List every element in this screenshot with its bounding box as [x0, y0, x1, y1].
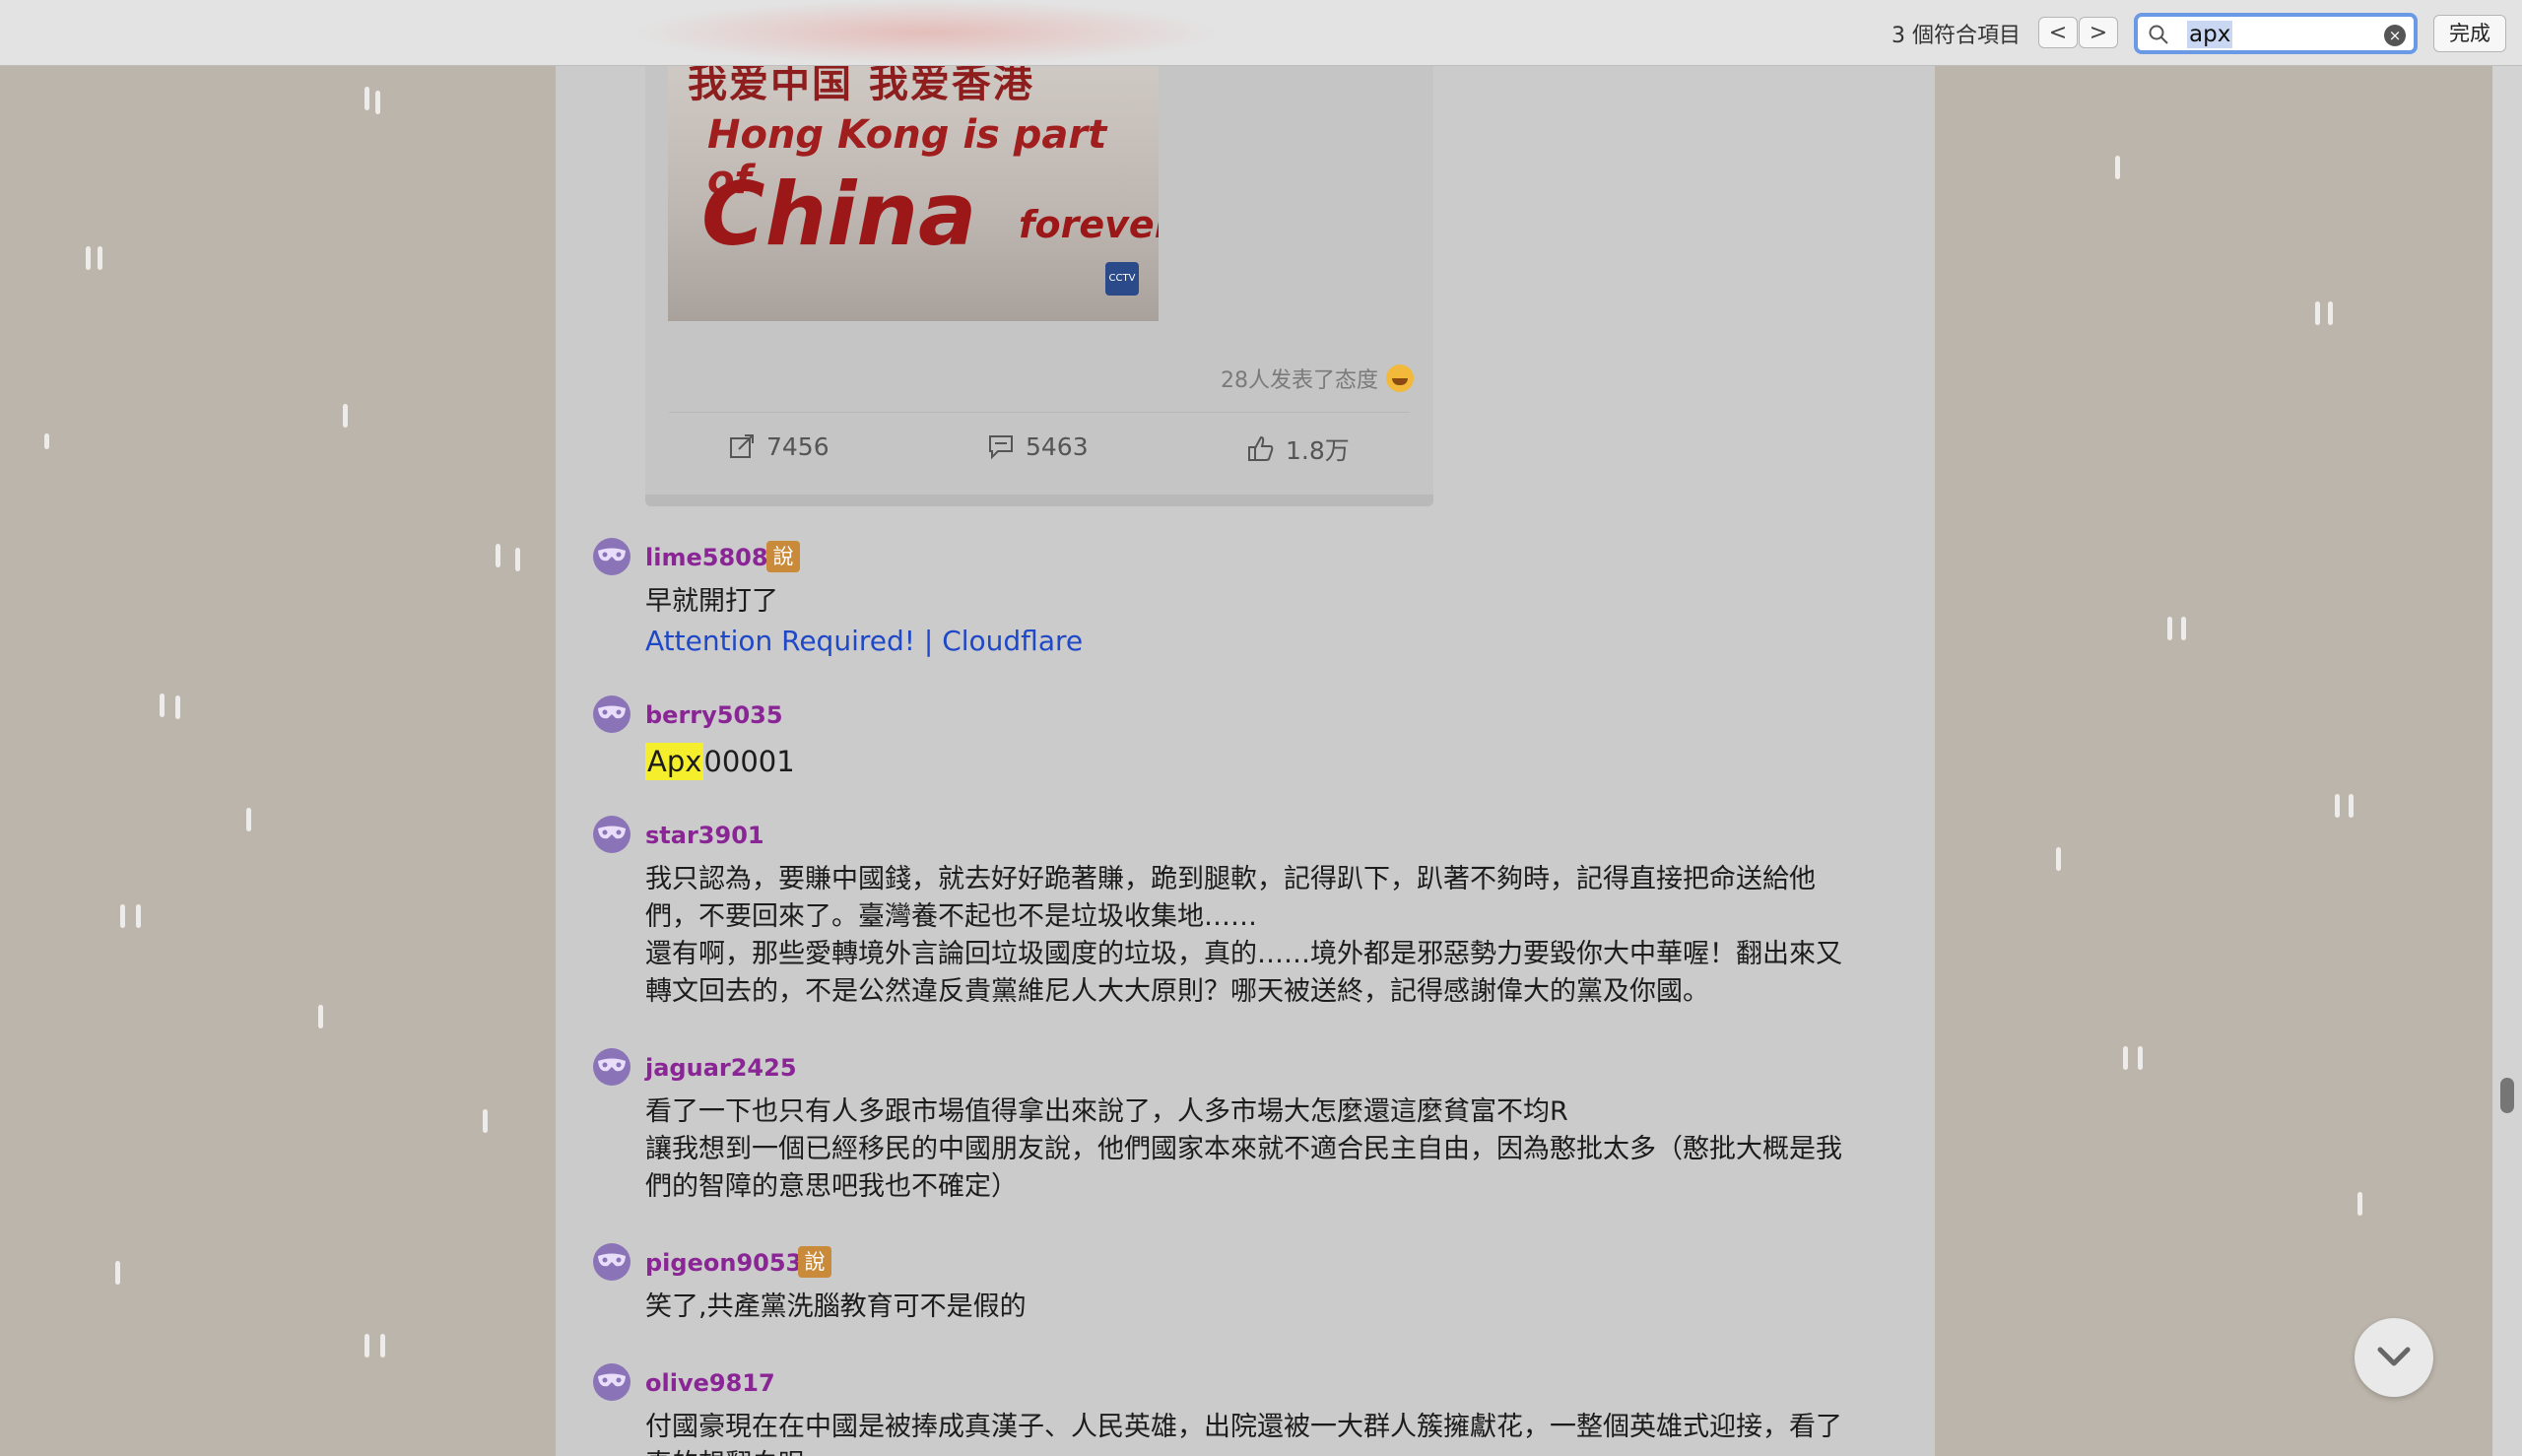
comment-username[interactable]: lime5808 — [645, 544, 768, 571]
post-image[interactable]: 我爱中国 我爱香港 Hong Kong is part of China for… — [668, 65, 1159, 321]
find-query-text: apx — [2187, 21, 2233, 48]
comment-text-line: 們，不要回來了。臺灣養不起也不是垃圾收集地…… — [645, 901, 1257, 932]
avatar[interactable] — [593, 816, 630, 853]
comment-username[interactable]: star3901 — [645, 822, 764, 849]
avatar[interactable] — [593, 538, 630, 575]
repost-button[interactable]: 7456 — [727, 431, 830, 461]
avatar[interactable] — [593, 1243, 630, 1281]
mask-icon — [598, 1058, 626, 1072]
comment-badge: 說 — [798, 1246, 831, 1278]
share-icon — [730, 434, 754, 458]
reaction-text: 28人发表了态度 — [1221, 368, 1378, 393]
comment-text-line: 還有啊，那些愛轉境外言論回垃圾國度的垃圾，真的……境外都是邪惡勢力要毀你大中華喔… — [645, 939, 1842, 969]
comment-username[interactable]: olive9817 — [645, 1369, 775, 1397]
find-input[interactable]: apx × — [2134, 13, 2418, 54]
image-caption-line1: 我爱中国 我爱香港 — [688, 65, 1034, 106]
find-bar: 3 個符合項目 < > apx × 完成 — [0, 0, 2522, 66]
mask-icon — [598, 1253, 626, 1267]
clear-icon[interactable]: × — [2384, 25, 2406, 46]
avatar[interactable] — [593, 695, 630, 733]
image-caption-line3: China — [701, 164, 977, 265]
reaction-summary[interactable]: 28人发表了态度 — [1221, 363, 1414, 394]
comment-text: 笑了,共產黨洗腦教育可不是假的 — [645, 1291, 1027, 1322]
comment-text: Apx00001 — [645, 743, 1906, 780]
comment-text-line: 我只認為，要賺中國錢，就去好好跪著賺，跪到腿軟，記得趴下，趴著不夠時，記得直接把… — [645, 864, 1816, 894]
like-button[interactable]: 1.8万 — [1246, 431, 1350, 467]
comment-username[interactable]: berry5035 — [645, 701, 783, 729]
comment-text-line: 轉文回去的，不是公然違反貴黨維尼人大大原則？哪天被送終，記得感謝偉大的黨及你國。 — [645, 976, 1709, 1007]
comment-count: 5463 — [1026, 431, 1089, 461]
done-button[interactable]: 完成 — [2433, 15, 2506, 52]
mask-icon — [598, 705, 626, 719]
scroll-thumb[interactable] — [2500, 1078, 2514, 1113]
comment-username[interactable]: jaguar2425 — [645, 1054, 797, 1082]
avatar[interactable] — [593, 1363, 630, 1401]
comment-text-line: 真的想翻白眼 — [645, 1446, 1906, 1456]
comment-text-line: 付國豪現在在中國是被捧成真漢子、人民英雄，出院還被一大群人簇擁獻花，一整個英雄式… — [645, 1412, 1842, 1442]
card-divider — [669, 412, 1410, 413]
comment-text-line: 們的智障的意思吧我也不確定） — [645, 1171, 1018, 1202]
comment-text-line: 讓我想到一個已經移民的中國朋友說，他們國家本來就不適合民主自由，因為憨批太多（憨… — [645, 1134, 1842, 1164]
mask-icon — [598, 826, 626, 839]
comment-username[interactable]: pigeon9053 — [645, 1249, 802, 1277]
comment-link[interactable]: Attention Required! | Cloudflare — [645, 625, 1083, 657]
match-count: 3 個符合項目 — [1892, 24, 2021, 48]
mask-icon — [598, 1373, 626, 1387]
comment-text: 早就開打了 — [645, 586, 778, 617]
mask-icon — [598, 548, 626, 562]
next-match-button[interactable]: > — [2079, 17, 2118, 48]
laugh-emoji-icon — [1386, 364, 1414, 392]
image-caption-line4: forever — [1019, 203, 1159, 246]
comment-icon — [989, 435, 1013, 460]
avatar[interactable] — [593, 1048, 630, 1086]
search-icon — [2149, 25, 2168, 44]
tab-strip-blur — [630, 0, 1222, 65]
repost-count: 7456 — [766, 431, 830, 461]
thumbs-up-icon — [1248, 435, 1274, 461]
content-column: 我爱中国 我爱香港 Hong Kong is part of China for… — [556, 65, 1935, 1456]
comment-text-rest: 00001 — [703, 745, 795, 778]
cctv-logo-icon: CCTV — [1105, 262, 1139, 296]
comment-text-line: 看了一下也只有人多跟市場值得拿出來說了，人多市場大怎麼還這麼貧富不均R — [645, 1096, 1568, 1127]
comment-badge: 說 — [766, 541, 800, 572]
scroll-down-button[interactable] — [2355, 1318, 2433, 1397]
comment-button[interactable]: 5463 — [986, 431, 1089, 461]
find-highlight: Apx — [645, 743, 704, 780]
previous-match-button[interactable]: < — [2038, 17, 2078, 48]
like-count: 1.8万 — [1286, 436, 1350, 465]
chevron-down-icon — [2377, 1347, 2411, 1366]
page-scrollbar[interactable] — [2492, 65, 2522, 1456]
embedded-post-card: 我爱中国 我爱香港 Hong Kong is part of China for… — [645, 65, 1433, 506]
